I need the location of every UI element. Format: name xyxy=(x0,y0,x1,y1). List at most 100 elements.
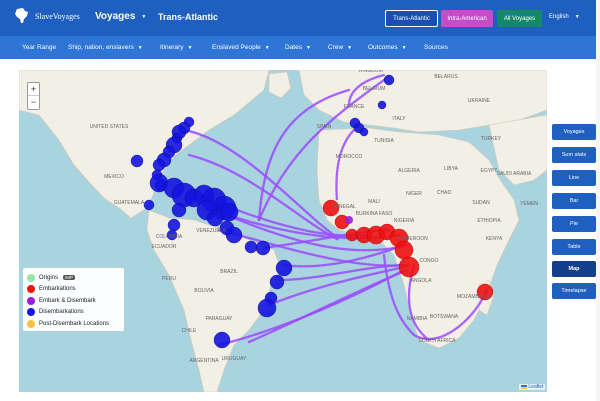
voyages-map[interactable]: UNITED STATES MEXICO GUATEMALA COLOMBIA VENE… xyxy=(19,70,547,392)
country-label: NAMIBIA xyxy=(407,316,428,322)
country-label: MALI xyxy=(368,199,380,205)
country-label: NIGERIA xyxy=(394,218,415,224)
view-table-button[interactable]: Table xyxy=(552,239,596,255)
map-canvas[interactable]: UNITED STATES MEXICO GUATEMALA COLOMBIA VENE… xyxy=(19,70,547,392)
disembarkation-marker xyxy=(206,209,224,227)
leaflet-attribution[interactable]: Leaflet xyxy=(519,384,546,390)
chevron-down-icon: ▼ xyxy=(347,44,353,51)
country-label: SAUDI ARABIA xyxy=(497,171,532,177)
zoom-control: + − xyxy=(27,82,40,110)
site-logo[interactable]: SlaveVoyages xyxy=(12,7,80,25)
top-navbar: SlaveVoyages Voyages ▼ Trans-Atlantic Tr… xyxy=(0,0,600,36)
country-label: GUATEMALA xyxy=(114,200,145,206)
voyages-menu[interactable]: Voyages ▼ xyxy=(95,11,146,22)
country-label: UKRAINE xyxy=(468,98,491,104)
country-label: BURKINA FASO xyxy=(356,211,393,217)
disembarkation-marker xyxy=(255,240,271,256)
chevron-down-icon: ▼ xyxy=(574,14,580,20)
all-voyages-button[interactable]: All Voyages xyxy=(497,10,542,27)
filter-label: Year Range xyxy=(22,44,57,51)
country-label: BOLIVIA xyxy=(194,288,214,294)
chevron-down-icon: ▼ xyxy=(305,44,311,51)
embark-disembark-marker xyxy=(345,216,353,224)
country-label: CONGO xyxy=(420,258,439,264)
logo-text: SlaveVoyages xyxy=(35,11,80,21)
country-label: PERU xyxy=(162,276,176,282)
legend-label: Embarkations xyxy=(39,286,76,293)
disembarkation-marker xyxy=(213,331,231,349)
country-label: TUNISIA xyxy=(374,138,394,144)
country-label: NIGER xyxy=(406,191,422,197)
scrollbar-track xyxy=(596,0,600,401)
legend-dot-icon xyxy=(27,296,35,305)
country-label: BOTSWANA xyxy=(430,314,459,320)
map-legend: Origins IMP Embarkations Embark & Disembark… xyxy=(23,268,124,331)
view-bar-button[interactable]: Bar xyxy=(552,193,596,209)
disembarkation-marker xyxy=(225,226,243,244)
country-label: UNITED STATES xyxy=(90,124,129,130)
disembarkation-marker xyxy=(171,202,187,218)
filter-year-range[interactable]: Year Range xyxy=(22,44,56,51)
zoom-out-button[interactable]: − xyxy=(28,96,39,109)
ukraine-flag-icon xyxy=(521,384,527,389)
country-label: MOZAMBIQUE xyxy=(457,294,492,300)
filter-itinerary[interactable]: Itinerary ▼ xyxy=(160,44,192,51)
disembarkation-marker xyxy=(377,100,387,110)
country-label: BELGIUM xyxy=(363,86,386,92)
country-label: ARGENTINA xyxy=(189,358,219,364)
disembarkation-marker xyxy=(275,259,293,277)
legend-label: Origins xyxy=(39,274,59,281)
legend-label: Post-Disembark Locations xyxy=(39,320,110,327)
view-sum-stats-button[interactable]: Sum stats xyxy=(552,147,596,163)
disembarkation-marker xyxy=(167,218,181,232)
filter-label: Crew xyxy=(328,44,344,51)
filter-dates[interactable]: Dates ▼ xyxy=(285,44,311,51)
disembarkation-marker xyxy=(244,240,258,254)
country-label: ITALY xyxy=(392,116,406,122)
country-label: TURKEY xyxy=(481,136,502,142)
country-label: SOUTH AFRICA xyxy=(419,338,457,344)
intra-american-button-label: Intra-American xyxy=(447,15,487,22)
country-label: CAMEROON xyxy=(398,236,428,242)
view-voyages-button[interactable]: Voyages xyxy=(552,124,596,140)
zoom-in-button[interactable]: + xyxy=(28,83,39,96)
embarkation-marker xyxy=(394,240,414,260)
country-label: BRAZIL xyxy=(220,269,238,275)
country-label: VENEZUELA xyxy=(196,228,226,234)
filter-bar: Year Range Ship, nation, enslavers ▼ Itiner… xyxy=(0,36,600,59)
view-timelapse-button[interactable]: Timelapse xyxy=(552,283,596,299)
filter-outcomes[interactable]: Outcomes ▼ xyxy=(368,44,407,51)
filter-enslaved-people[interactable]: Enslaved People ▼ xyxy=(212,44,270,51)
all-voyages-button-label: All Voyages xyxy=(503,15,536,22)
imp-badge: IMP xyxy=(63,275,76,281)
country-label: FRANCE xyxy=(344,104,365,110)
trans-atlantic-button[interactable]: Trans-Atlantic xyxy=(385,10,438,27)
attribution-text: Leaflet xyxy=(528,384,544,390)
view-map-button[interactable]: Map xyxy=(552,261,596,277)
land-shape xyxy=(19,70,270,219)
chevron-down-icon: ▼ xyxy=(137,44,143,51)
filter-ship-nation-enslavers[interactable]: Ship, nation, enslavers ▼ xyxy=(68,44,143,51)
language-selector[interactable]: English ▼ xyxy=(549,14,580,20)
language-label: English xyxy=(549,14,569,20)
filter-label: Dates xyxy=(285,44,302,51)
intra-american-button[interactable]: Intra-American xyxy=(441,10,493,27)
country-label: SENEGAL xyxy=(332,204,356,210)
country-label: BELARUS xyxy=(434,74,458,80)
view-line-button[interactable]: Line xyxy=(552,170,596,186)
filter-label: Ship, nation, enslavers xyxy=(68,44,134,51)
legend-label: Embark & Disembark xyxy=(39,297,96,304)
country-label: EGYPT xyxy=(481,168,498,174)
filter-crew[interactable]: Crew ▼ xyxy=(328,44,352,51)
country-label: ANGOLA xyxy=(411,278,433,284)
view-pie-button[interactable]: Pie xyxy=(552,216,596,232)
country-label: KINGDOM xyxy=(359,70,383,74)
legend-dot-icon xyxy=(27,319,35,328)
country-label: MEXICO xyxy=(104,174,124,180)
country-label: MOROCCO xyxy=(336,154,363,160)
country-label: CHILE xyxy=(182,328,197,334)
filter-sources[interactable]: Sources xyxy=(424,44,448,51)
disembarkation-marker xyxy=(257,298,277,318)
disembarkation-marker xyxy=(383,74,395,86)
filter-label: Outcomes xyxy=(368,44,398,51)
